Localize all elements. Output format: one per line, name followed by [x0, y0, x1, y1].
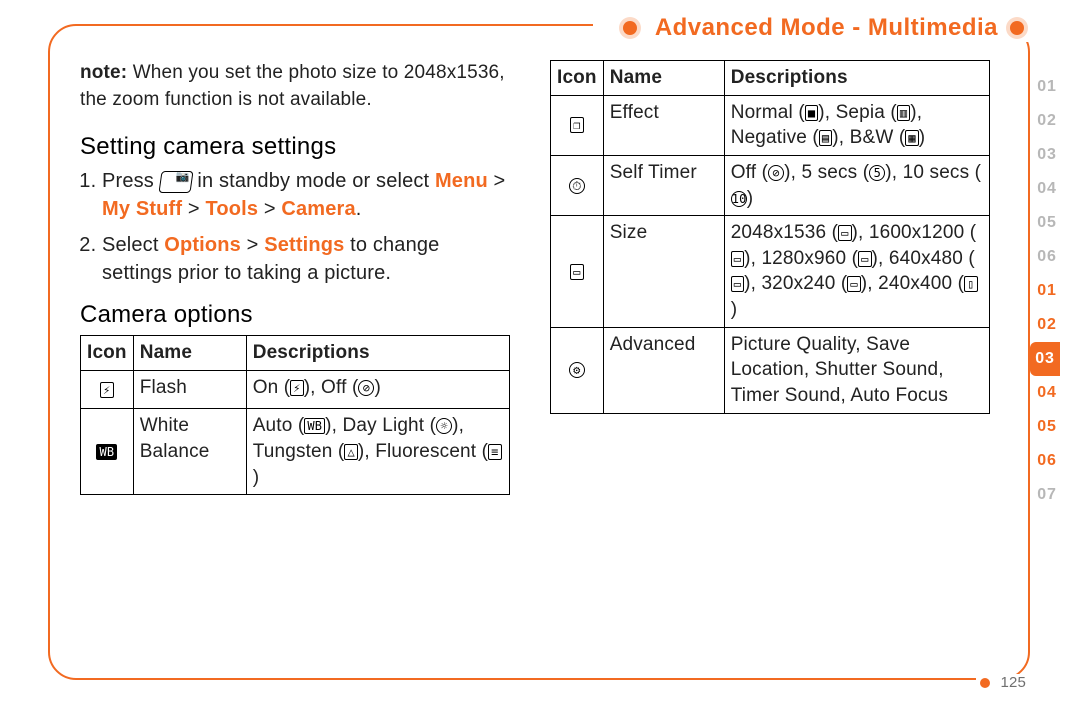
gear-icon: ⚙ — [569, 362, 585, 378]
section-header: Advanced Mode - Multimedia — [593, 14, 1030, 42]
effect-icon: ❐ — [570, 117, 583, 133]
side-tab-01[interactable]: 01 — [1034, 70, 1060, 104]
cell-desc: Picture Quality, Save Location, Shutter … — [724, 327, 989, 413]
side-tab-03[interactable]: 03 — [1030, 342, 1060, 376]
camera-options-table: Icon Name Descriptions ⚡ FlashOn (⚡), Off… — [80, 335, 510, 495]
heading-setting-camera: Setting camera settings — [80, 133, 510, 161]
left-column: note: When you set the photo size to 204… — [80, 60, 510, 654]
side-tab-04[interactable]: 04 — [1034, 376, 1060, 410]
cell-desc: Off (⊘), 5 secs (5), 10 secs (10) — [724, 155, 989, 215]
side-tab-03[interactable]: 03 — [1034, 138, 1060, 172]
th-icon: Icon — [81, 336, 134, 371]
cell-name: Flash — [133, 370, 246, 409]
th-icon: Icon — [551, 61, 604, 96]
table-row: ⚡ FlashOn (⚡), Off (⊘) — [81, 370, 510, 409]
camera-options-table-2: Icon Name Descriptions ❐ EffectNormal (■)… — [550, 60, 990, 414]
cell-icon: ⚡ — [81, 370, 134, 409]
note-block: note: When you set the photo size to 204… — [80, 60, 510, 113]
heading-camera-options: Camera options — [80, 301, 510, 329]
side-tab-04[interactable]: 04 — [1034, 172, 1060, 206]
th-desc: Descriptions — [246, 336, 509, 371]
section-title: Advanced Mode - Multimedia — [655, 14, 998, 42]
dot-icon — [623, 21, 637, 35]
fx-norm-icon: ■ — [805, 105, 818, 121]
side-tab-02[interactable]: 02 — [1034, 104, 1060, 138]
side-tab-02[interactable]: 02 — [1034, 308, 1060, 342]
side-tab-05[interactable]: 05 — [1034, 410, 1060, 444]
note-body: When you set the photo size to 2048x1536… — [80, 62, 505, 110]
wb-day-icon: ☼ — [436, 418, 452, 434]
step-1: Press in standby mode or select Menu > M… — [102, 167, 510, 223]
side-tab-01[interactable]: 01 — [1034, 274, 1060, 308]
wb-icon: WB — [96, 444, 117, 460]
page-number: 125 — [1000, 674, 1026, 691]
cell-icon: ⚙ — [551, 327, 604, 413]
cell-name: Self Timer — [603, 155, 724, 215]
sz-240-icon: ▯ — [964, 276, 977, 292]
wb-fluo-icon: ≡ — [488, 444, 501, 460]
wb-tung-icon: △ — [344, 444, 357, 460]
timer-icon: ⏱ — [569, 178, 585, 194]
fx-neg-icon: ▤ — [819, 130, 832, 146]
camera-key-icon — [158, 171, 193, 193]
sz-1600-icon: ▭ — [731, 251, 744, 267]
cell-desc: Normal (■), Sepia (▥), Negative (▤), B&W… — [724, 95, 989, 155]
table-row: WB White BalanceAuto (WB), Day Light (☼),… — [81, 409, 510, 495]
side-tabs: 01020304050601020304050607 — [1034, 70, 1060, 512]
table-row: ⚙ AdvancedPicture Quality, Save Location,… — [551, 327, 990, 413]
fx-bw-icon: ▦ — [905, 130, 918, 146]
flash-off-icon: ⊘ — [358, 380, 374, 396]
cell-desc: Auto (WB), Day Light (☼), Tungsten (△), … — [246, 409, 509, 495]
table-row: ❐ EffectNormal (■), Sepia (▥), Negative (… — [551, 95, 990, 155]
dot-icon — [980, 678, 990, 688]
cell-desc: 2048x1536 (▭), 1600x1200 (▭), 1280x960 (… — [724, 216, 989, 328]
flash-on-icon: ⚡ — [290, 380, 303, 396]
cell-name: Effect — [603, 95, 724, 155]
th-name: Name — [603, 61, 724, 96]
wb-auto-icon: WB — [304, 418, 325, 434]
sz-640-icon: ▭ — [731, 276, 744, 292]
t-5-icon: 5 — [869, 165, 885, 181]
t-10-icon: 10 — [731, 191, 747, 207]
cell-icon: ❐ — [551, 95, 604, 155]
th-desc: Descriptions — [724, 61, 989, 96]
th-name: Name — [133, 336, 246, 371]
table-row: ⏱ Self TimerOff (⊘), 5 secs (5), 10 secs … — [551, 155, 990, 215]
size-icon: ▭ — [570, 264, 583, 280]
side-tab-05[interactable]: 05 — [1034, 206, 1060, 240]
sz-320-icon: ▭ — [847, 276, 860, 292]
footer: 125 — [976, 674, 1030, 691]
side-tab-06[interactable]: 06 — [1034, 444, 1060, 478]
side-tab-06[interactable]: 06 — [1034, 240, 1060, 274]
right-column: Icon Name Descriptions ❐ EffectNormal (■)… — [550, 60, 990, 654]
fx-sep-icon: ▥ — [897, 105, 910, 121]
cell-icon: WB — [81, 409, 134, 495]
side-tab-07[interactable]: 07 — [1034, 478, 1060, 512]
flash-icon: ⚡ — [100, 382, 113, 398]
table-row: ▭ Size2048x1536 (▭), 1600x1200 (▭), 1280x… — [551, 216, 990, 328]
cell-icon: ⏱ — [551, 155, 604, 215]
t-off-icon: ⊘ — [768, 165, 784, 181]
note-label: note: — [80, 62, 127, 83]
step-2: Select Options > Settings to change sett… — [102, 231, 510, 287]
cell-name: Size — [603, 216, 724, 328]
cell-desc: On (⚡), Off (⊘) — [246, 370, 509, 409]
dot-icon — [1010, 21, 1024, 35]
sz-2048-icon: ▭ — [838, 225, 851, 241]
cell-name: Advanced — [603, 327, 724, 413]
cell-icon: ▭ — [551, 216, 604, 328]
sz-1280-icon: ▭ — [858, 251, 871, 267]
cell-name: White Balance — [133, 409, 246, 495]
